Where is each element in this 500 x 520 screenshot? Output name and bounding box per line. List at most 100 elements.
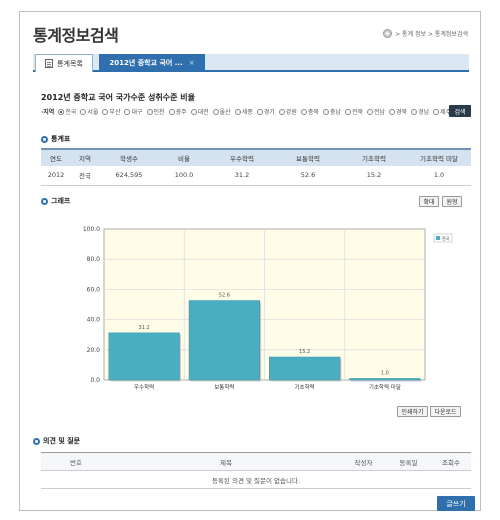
- region-radio[interactable]: 인천: [146, 107, 165, 116]
- region-label: 대구: [131, 109, 143, 116]
- tab-current-stat[interactable]: 2012년 중학교 국어 ... ×: [99, 54, 205, 72]
- data-label: 31.2: [139, 325, 150, 331]
- column-header: 기초학력: [341, 148, 407, 166]
- region-radio[interactable]: 대구: [124, 107, 143, 116]
- column-header: 조회수: [431, 452, 471, 471]
- print-button[interactable]: 인쇄하기: [397, 406, 428, 417]
- stats-table-heading: 통계표: [41, 134, 70, 144]
- close-icon[interactable]: ×: [189, 59, 195, 67]
- region-radio-group: ·지역 전국 서울 부산 대구 인천 광주 대전 울산 세종 경기 강원 충북 충남 전북 전남 경북 경남 제주: [41, 107, 453, 116]
- search-button[interactable]: 검색: [449, 105, 471, 117]
- region-radio[interactable]: 강원: [278, 107, 297, 116]
- region-label: 부산: [109, 109, 121, 116]
- region-label: 경남: [418, 109, 430, 116]
- region-radio[interactable]: 충북: [300, 107, 319, 116]
- graph-heading: 그래프: [41, 196, 70, 206]
- region-radio[interactable]: 전남: [366, 107, 385, 116]
- column-header: 지역: [71, 148, 99, 166]
- y-tick-label: 60.0: [87, 286, 101, 293]
- bar-chart: 0.0 20.0 40.0 60.0 80.0 100.0 31.2 우수학력 52.6 보통학력…: [41, 212, 471, 402]
- home-icon[interactable]: [383, 29, 393, 38]
- data-label: 52.6: [219, 293, 230, 299]
- column-header: 기초학력 미달: [407, 148, 471, 166]
- qna-heading: 의견 및 질문: [33, 436, 80, 446]
- region-radio[interactable]: 서울: [80, 107, 98, 116]
- radio-icon: [80, 108, 87, 115]
- document-icon: [45, 59, 54, 68]
- region-label: 울산: [219, 109, 231, 116]
- radio-icon: [124, 108, 131, 115]
- radio-icon: [366, 108, 373, 115]
- region-radio[interactable]: 전북: [344, 107, 363, 116]
- bullet-icon: [33, 437, 40, 445]
- radio-icon: [344, 108, 351, 115]
- page-title: 통계정보검색: [33, 26, 119, 45]
- radio-icon: [300, 108, 307, 115]
- qna-empty-message: 등록된 의견 및 질문이 없습니다.: [41, 470, 471, 489]
- content-frame: 통계정보검색 > 통계 정보 > 통계정보검색 통계목록 2012년 중학교 국…: [19, 11, 481, 511]
- region-label: 전북: [351, 109, 363, 116]
- table-cell: 전국: [71, 166, 99, 186]
- write-button[interactable]: 글쓰기: [437, 496, 475, 511]
- tab-stat-list[interactable]: 통계목록: [35, 54, 93, 72]
- table-cell: 624,595: [99, 166, 159, 186]
- column-header: 학생수: [99, 148, 159, 166]
- tab-label: 통계목록: [57, 59, 83, 68]
- breadcrumb-text: > 통계 정보 > 통계정보검색: [395, 31, 468, 38]
- radio-icon: [146, 108, 153, 115]
- bullet-icon: [41, 197, 48, 205]
- download-button[interactable]: 다운로드: [430, 406, 461, 417]
- radio-icon: [411, 108, 418, 115]
- y-tick-label: 40.0: [87, 317, 101, 324]
- radio-icon: [256, 108, 263, 115]
- bar: [349, 378, 421, 381]
- table-cell: 100.0: [159, 166, 209, 186]
- column-header: 연도: [41, 148, 71, 166]
- y-tick-label: 80.0: [87, 256, 101, 263]
- region-radio[interactable]: 경기: [256, 107, 275, 116]
- radio-icon: [212, 108, 219, 115]
- x-tick-label: 기초학력 미달: [369, 383, 401, 391]
- region-radio[interactable]: 대전: [190, 107, 209, 116]
- radio-icon: [278, 108, 285, 115]
- table-cell: 15.2: [341, 166, 407, 186]
- radio-icon: [433, 108, 440, 115]
- qna-table: 번호 제목 작성자 등록일 조회수 등록된 의견 및 질문이 없습니다.: [41, 452, 471, 489]
- region-radio[interactable]: 세종: [234, 107, 253, 116]
- data-label: 15.2: [299, 349, 310, 355]
- region-radio[interactable]: 광주: [168, 107, 187, 116]
- bullet-icon: [41, 135, 48, 143]
- region-radio[interactable]: 경남: [411, 107, 429, 116]
- region-radio[interactable]: 전국: [58, 107, 76, 116]
- region-label: 강원: [285, 109, 297, 116]
- region-label: 광주: [175, 109, 187, 116]
- region-radio[interactable]: 울산: [212, 107, 231, 116]
- column-header: 번호: [41, 452, 111, 471]
- y-tick-label: 20.0: [87, 347, 101, 354]
- zoom-in-button[interactable]: 확대: [419, 196, 439, 207]
- column-header: 비율: [159, 148, 209, 166]
- search-heading: 2012년 중학교 국어 국가수준 성취수준 비율: [41, 93, 195, 102]
- bar: [188, 300, 260, 381]
- region-label: 경기: [263, 109, 275, 116]
- tab-label: 2012년 중학교 국어 ...: [109, 59, 183, 67]
- region-label: 충북: [307, 109, 319, 116]
- table-cell: 2012: [41, 166, 71, 186]
- region-label: 충남: [329, 109, 341, 116]
- y-tick-label: 0.0: [90, 377, 100, 384]
- region-radio[interactable]: 충남: [322, 107, 341, 116]
- region-radio[interactable]: 부산: [102, 107, 120, 116]
- column-header: 제목: [111, 452, 341, 471]
- breadcrumb: > 통계 정보 > 통계정보검색: [383, 29, 468, 38]
- bar: [269, 356, 341, 381]
- region-radio[interactable]: 경북: [389, 107, 407, 116]
- region-label: 대전: [197, 109, 209, 116]
- region-label: 인천: [153, 109, 165, 116]
- table-cell: 31.2: [209, 166, 275, 186]
- table-row: 2012 전국 624,595 100.0 31.2 52.6 15.2 1.0: [41, 166, 471, 186]
- column-header: 등록일: [386, 452, 431, 471]
- radio-icon: [234, 108, 241, 115]
- reset-button[interactable]: 원형: [442, 196, 462, 207]
- region-label: 경북: [396, 109, 408, 116]
- region-label: 서울: [87, 109, 99, 116]
